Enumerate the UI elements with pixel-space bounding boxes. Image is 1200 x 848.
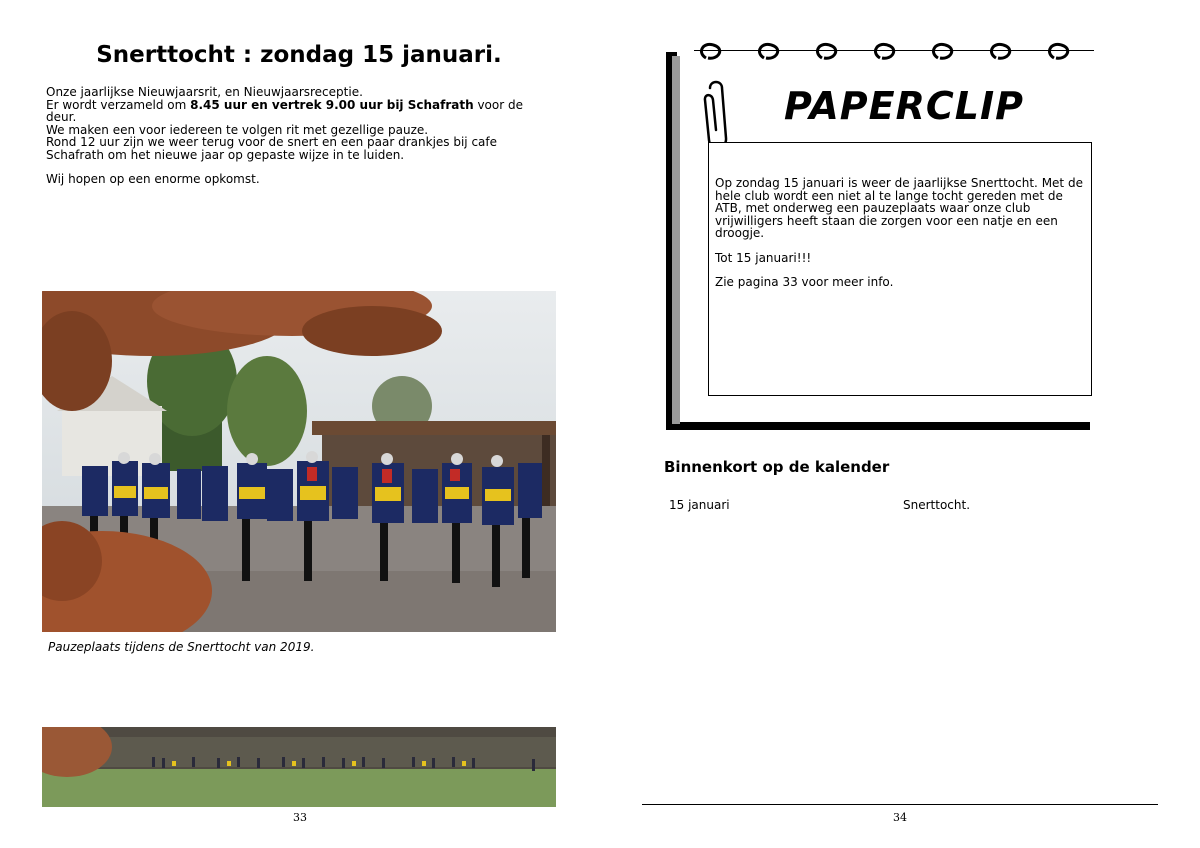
note-paragraph: Tot 15 januari!!! — [715, 250, 812, 265]
calendar-heading: Binnenkort op de kalender — [664, 458, 890, 476]
calendar-date: 15 januari — [669, 498, 730, 512]
note-paragraph: Op zondag 15 januari is weer de jaarlijk… — [715, 176, 1083, 240]
note-text: Op zondag 15 januari is weer de jaarlijk… — [715, 177, 1087, 289]
notebook-spine — [672, 56, 680, 424]
page-number: 34 — [893, 811, 907, 824]
meeting-time-bold: 8.45 uur en vertrek 9.00 uur bij Schafra… — [190, 97, 474, 112]
cyclists-field-photo — [42, 727, 556, 807]
note-box: Op zondag 15 januari is weer de jaarlijk… — [708, 142, 1092, 396]
article-body: Onze jaarlijkse Nieuwjaarsrit, en Nieuwj… — [46, 86, 556, 186]
right-page: PAPERCLIP Op zondag 15 januari is weer d… — [600, 0, 1200, 848]
paperclip-notebook: PAPERCLIP Op zondag 15 januari is weer d… — [664, 38, 1094, 433]
page-number: 33 — [293, 811, 307, 824]
meeting-line: Er wordt verzameld om 8.45 uur en vertre… — [46, 97, 556, 124]
cyclists-group-photo — [42, 291, 556, 632]
closing-line: Wij hopen op een enorme opkomst. — [46, 172, 260, 186]
left-page: Snerttocht : zondag 15 januari. Onze jaa… — [0, 0, 600, 848]
page-title: Snerttocht : zondag 15 januari. — [96, 42, 502, 68]
footer-rule — [642, 804, 1158, 805]
photo-caption: Pauzeplaats tijdens de Snerttocht van 20… — [48, 640, 315, 654]
note-paragraph: Zie pagina 33 voor meer info. — [715, 275, 894, 289]
return-line: Rond 12 uur zijn we weer terug voor de s… — [46, 135, 498, 162]
paperclip-title: PAPERCLIP — [784, 84, 1024, 128]
spiral-rings-icon — [700, 43, 1070, 60]
calendar-event: Snerttocht. — [903, 498, 971, 512]
